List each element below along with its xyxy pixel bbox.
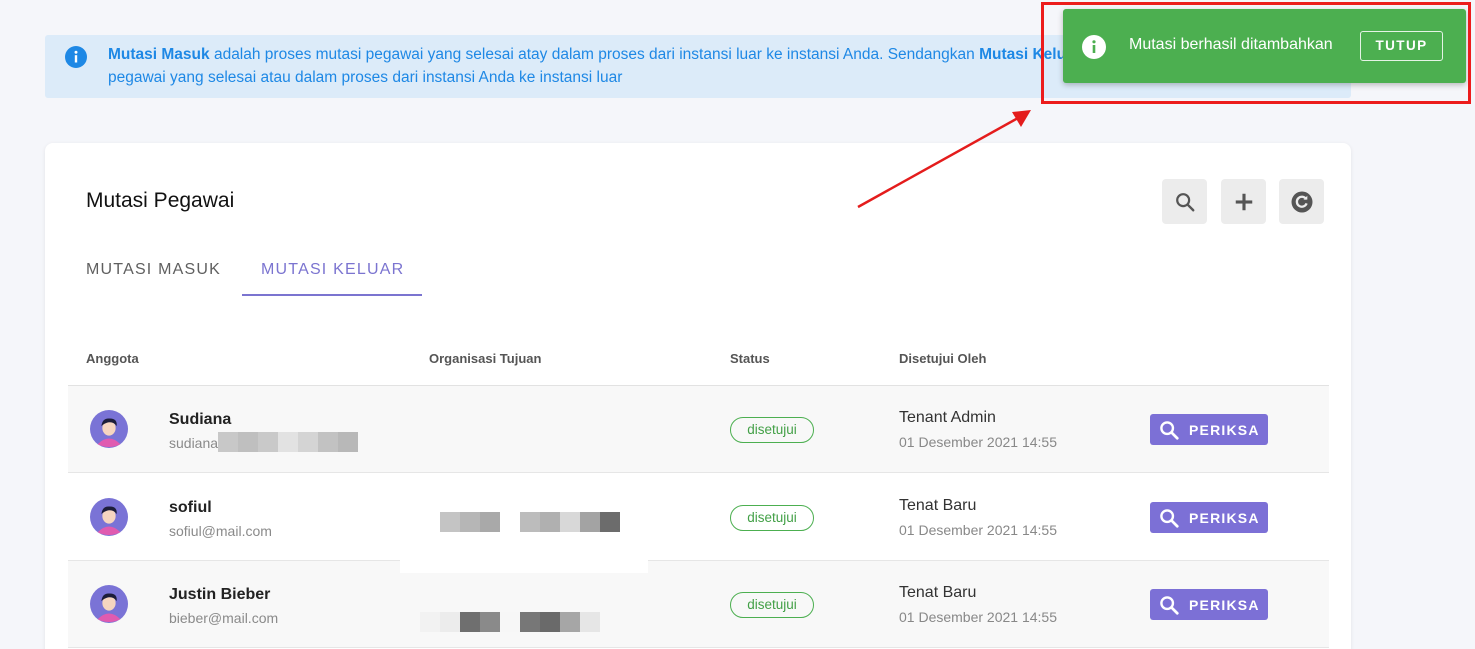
annotation-highlight-box [1041,2,1471,104]
